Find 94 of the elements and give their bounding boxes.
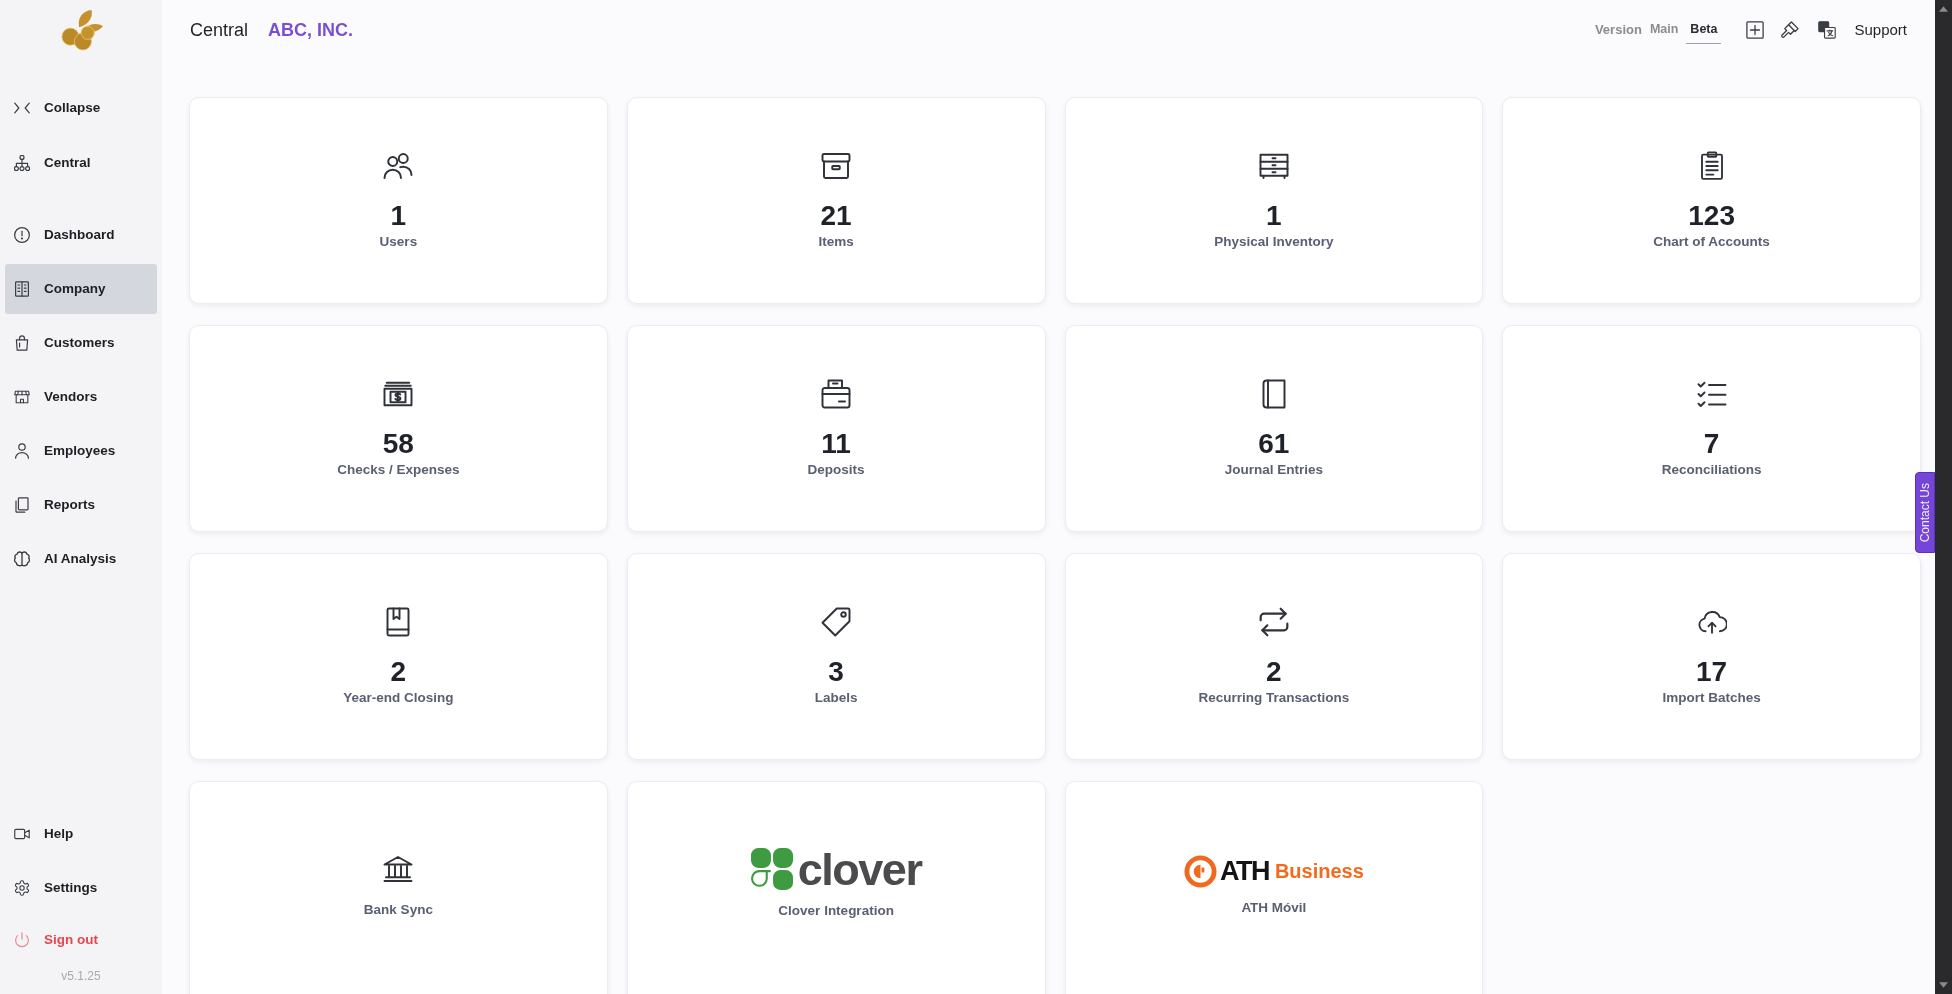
card-label: Reconciliations: [1661, 462, 1762, 478]
count-value: 17: [1696, 656, 1728, 688]
card-label: ATH Móvil: [1241, 900, 1307, 916]
module-card[interactable]: 2 Recurring Transactions: [1064, 553, 1484, 760]
video-camera-icon: [14, 826, 30, 842]
card-label: Journal Entries: [1224, 462, 1323, 478]
storefront-icon: [14, 389, 30, 405]
card-label: Users: [379, 234, 418, 250]
tag-icon: [821, 607, 852, 637]
nav-item[interactable]: AI Analysis: [5, 534, 157, 584]
company-name: ABC, INC.: [268, 18, 354, 42]
nav-item[interactable]: Reports: [5, 480, 157, 530]
shopping-bag-icon: [14, 335, 30, 351]
logo-text: Business: [1274, 861, 1364, 881]
module-card[interactable]: 1 Users: [189, 97, 608, 304]
module-card[interactable]: 123 Chart of Accounts: [1502, 97, 1921, 304]
module-card[interactable]: 21 Items: [626, 97, 1046, 304]
card-label: Bank Sync: [363, 902, 433, 918]
nav-item[interactable]: Dashboard: [5, 210, 157, 260]
nav-item[interactable]: Customers: [5, 318, 157, 368]
building-icon: [14, 281, 30, 297]
ring-logo-icon: [1183, 854, 1217, 888]
person-icon: [14, 443, 30, 459]
cash-icon: [383, 379, 414, 409]
org-chart-icon: [14, 155, 30, 171]
nav-item[interactable]: Company: [5, 264, 157, 314]
contact-us-tab[interactable]: Contact Us: [1915, 472, 1935, 553]
version-label: Version: [1594, 21, 1642, 40]
module-card[interactable]: 11 Deposits: [626, 325, 1046, 532]
power-icon: [14, 932, 30, 948]
count-value: 2: [1266, 656, 1282, 688]
module-card[interactable]: 3 Labels: [626, 553, 1046, 760]
exclamation-circle-icon: [14, 227, 30, 243]
count-value: 3: [828, 656, 844, 688]
support-link[interactable]: Support: [1854, 18, 1907, 42]
count-value: 1: [390, 200, 407, 232]
module-card[interactable]: 7 Reconciliations: [1502, 325, 1921, 532]
card-label: Labels: [814, 690, 858, 706]
version-text: v5.1.25: [60, 968, 102, 984]
drawers-icon: [1258, 151, 1289, 181]
plus-square-icon[interactable]: [1746, 21, 1765, 39]
nav-item[interactable]: Vendors: [5, 372, 157, 422]
module-card[interactable]: 2 Year-end Closing: [189, 553, 608, 760]
nav-item[interactable]: Employees: [5, 426, 157, 476]
nav-item[interactable]: Settings: [5, 863, 157, 913]
collapse-button[interactable]: Collapse: [5, 83, 157, 133]
checklist-icon: [1696, 379, 1727, 409]
sign-out-button[interactable]: Sign out: [5, 915, 157, 965]
module-card[interactable]: 17 Import Batches: [1502, 553, 1921, 760]
berries-logo-icon: [58, 9, 104, 51]
documents-icon: [14, 497, 30, 513]
count-value: 1: [1266, 200, 1282, 232]
module-card[interactable]: ATH Business ATH Móvil: [1064, 781, 1484, 994]
card-label: Clover Integration: [778, 903, 894, 919]
inward-chevrons-icon: [14, 102, 30, 114]
card-label: Checks / Expenses: [337, 462, 460, 478]
scroll-up-arrow-icon[interactable]: [1939, 6, 1948, 12]
module-card[interactable]: Bank Sync: [189, 781, 608, 994]
count-value: 11: [821, 428, 851, 460]
nav-item[interactable]: Central: [5, 138, 157, 188]
nav-item[interactable]: Help: [5, 809, 157, 859]
wallet-icon: [821, 379, 852, 409]
card-label: Deposits: [807, 462, 865, 478]
count-value: 2: [390, 656, 407, 688]
clover-leaf-icon: [750, 848, 793, 890]
count-value: 58: [382, 428, 414, 460]
module-card[interactable]: 58 Checks / Expenses: [189, 325, 608, 532]
settings-icon: [14, 880, 30, 896]
count-value: 21: [820, 200, 852, 232]
card-label: Year-end Closing: [343, 690, 454, 706]
module-card[interactable]: clover Clover Integration: [626, 781, 1046, 994]
brain-icon: [14, 551, 30, 567]
scroll-down-arrow-icon[interactable]: [1939, 982, 1948, 988]
module-card[interactable]: 1 Physical Inventory: [1064, 97, 1484, 304]
logo-text: ATH: [1219, 857, 1269, 885]
archive-box-icon: [821, 151, 852, 181]
paint-brush-icon[interactable]: [1780, 20, 1800, 40]
version-tab[interactable]: Beta: [1686, 16, 1722, 44]
count-value: 61: [1258, 428, 1290, 460]
count-value: 123: [1688, 200, 1735, 232]
module-card[interactable]: 61 Journal Entries: [1064, 325, 1484, 532]
logo-text: clover: [797, 846, 922, 892]
page-title: Central: [190, 18, 249, 42]
card-label: Physical Inventory: [1214, 234, 1334, 250]
card-label: Items: [818, 234, 854, 250]
count-value: 7: [1703, 428, 1720, 460]
bank-icon: [383, 854, 414, 884]
users-icon: [383, 151, 414, 181]
repeat-icon: [1258, 607, 1289, 637]
card-label: Import Batches: [1662, 690, 1761, 706]
scrollbar[interactable]: [1935, 0, 1952, 994]
card-label: Recurring Transactions: [1198, 690, 1350, 706]
card-label: Chart of Accounts: [1653, 234, 1770, 250]
translate-icon[interactable]: [1818, 21, 1837, 39]
